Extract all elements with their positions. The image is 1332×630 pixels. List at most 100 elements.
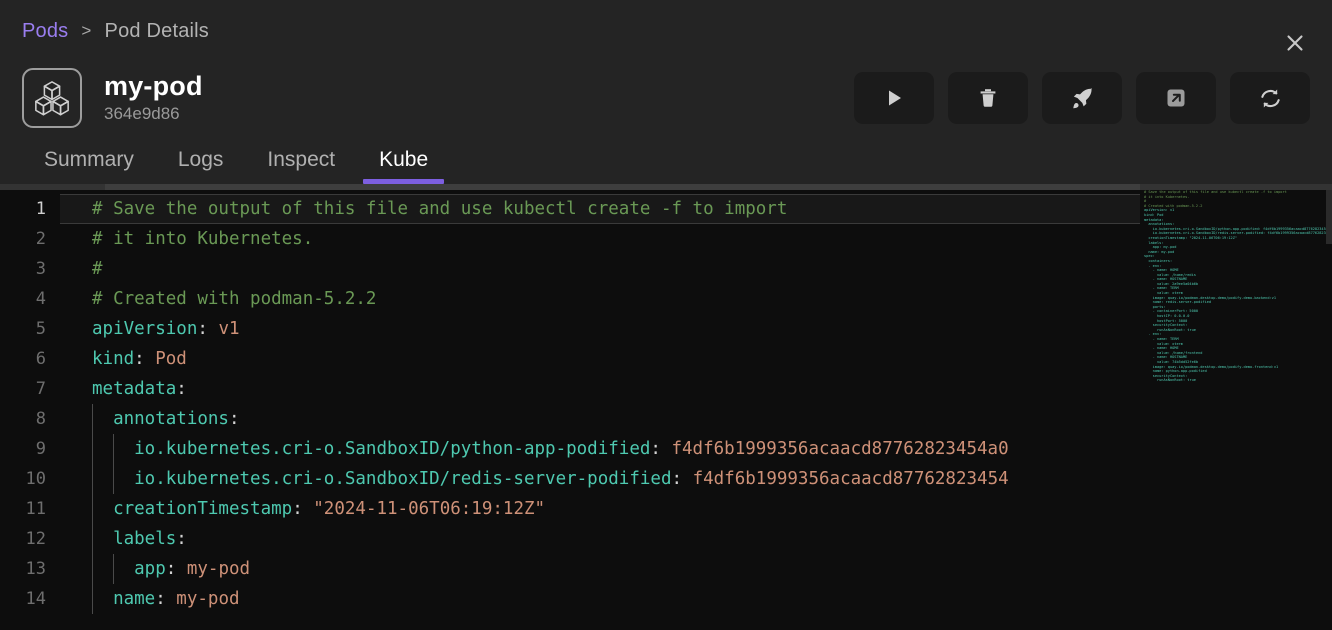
code-line[interactable]: apiVersion: v1 xyxy=(60,314,1140,344)
minimap[interactable]: # Save the output of this file and use k… xyxy=(1140,190,1332,630)
tab-inspect[interactable]: Inspect xyxy=(245,148,357,184)
external-link-icon xyxy=(1164,86,1188,110)
code-line[interactable]: io.kubernetes.cri-o.SandboxID/redis-serv… xyxy=(60,464,1140,494)
pod-title-block: my-pod 364e9d86 xyxy=(104,71,203,124)
line-number: 13 xyxy=(0,554,60,584)
token-punct: : xyxy=(292,499,313,519)
indent-guide xyxy=(113,434,114,494)
code-line[interactable]: # Created with podman-5.2.2 xyxy=(60,284,1140,314)
token-key: labels xyxy=(92,529,176,549)
token-comment: # xyxy=(92,259,103,279)
code-line[interactable]: metadata: xyxy=(60,374,1140,404)
open-external-button[interactable] xyxy=(1136,72,1216,124)
indent-guide xyxy=(113,554,114,584)
line-number: 7 xyxy=(0,374,60,404)
play-icon xyxy=(882,86,906,110)
close-icon[interactable] xyxy=(1278,26,1312,60)
tab-kube[interactable]: Kube xyxy=(357,148,450,184)
token-key: metadata xyxy=(92,379,176,399)
minimap-scrollbar-thumb[interactable] xyxy=(1326,190,1332,244)
token-punct: : xyxy=(166,559,187,579)
code-line[interactable]: io.kubernetes.cri-o.SandboxID/python-app… xyxy=(60,434,1140,464)
delete-button[interactable] xyxy=(948,72,1028,124)
token-val: my-pod xyxy=(176,589,239,609)
tab-summary[interactable]: Summary xyxy=(22,148,156,184)
token-key: io.kubernetes.cri-o.SandboxID/python-app… xyxy=(92,439,650,459)
line-number: 4 xyxy=(0,284,60,314)
line-number: 14 xyxy=(0,584,60,614)
code-line[interactable]: creationTimestamp: "2024-11-06T06:19:12Z… xyxy=(60,494,1140,524)
token-key: name xyxy=(92,589,155,609)
token-punct: : xyxy=(155,589,176,609)
token-comment: # Save the output of this file and use k… xyxy=(92,199,787,219)
code-line[interactable]: annotations: xyxy=(60,404,1140,434)
breadcrumb-separator: > xyxy=(81,21,91,41)
token-punct: : xyxy=(650,439,671,459)
token-key: apiVersion xyxy=(92,319,197,339)
tab-bar: Summary Logs Inspect Kube xyxy=(0,134,1332,184)
tab-label: Kube xyxy=(379,148,428,171)
code-line[interactable]: kind: Pod xyxy=(60,344,1140,374)
code-line[interactable]: # xyxy=(60,254,1140,284)
token-key: kind xyxy=(92,349,134,369)
token-val: f4df6b1999356acaacd87762823454a0 xyxy=(671,439,1008,459)
deploy-button[interactable] xyxy=(1042,72,1122,124)
tab-logs[interactable]: Logs xyxy=(156,148,246,184)
code-line[interactable]: name: my-pod xyxy=(60,584,1140,614)
code-line[interactable]: # Save the output of this file and use k… xyxy=(60,194,1140,224)
pod-cubes-icon xyxy=(22,68,82,128)
breadcrumb-current: Pod Details xyxy=(105,20,209,43)
token-comment: # Created with podman-5.2.2 xyxy=(92,289,376,309)
line-number: 12 xyxy=(0,524,60,554)
minimap-line: runAsNonRoot: true xyxy=(1140,378,1332,383)
refresh-button[interactable] xyxy=(1230,72,1310,124)
pod-details-window: Pods > Pod Details xyxy=(0,0,1332,630)
line-number: 2 xyxy=(0,224,60,254)
token-key: io.kubernetes.cri-o.SandboxID/redis-serv… xyxy=(92,469,671,489)
code-line[interactable]: # it into Kubernetes. xyxy=(60,224,1140,254)
pod-id: 364e9d86 xyxy=(104,103,203,125)
tab-label: Inspect xyxy=(267,148,335,171)
token-key: creationTimestamp xyxy=(92,499,292,519)
token-key: annotations xyxy=(92,409,229,429)
line-number: 5 xyxy=(0,314,60,344)
line-number: 3 xyxy=(0,254,60,284)
line-number: 6 xyxy=(0,344,60,374)
kube-yaml-editor: 1234567891011121314 # Save the output of… xyxy=(0,184,1332,630)
line-number: 10 xyxy=(0,464,60,494)
token-punct: : xyxy=(134,349,155,369)
code-line[interactable]: app: my-pod xyxy=(60,554,1140,584)
token-punct: : xyxy=(671,469,692,489)
token-punct: : xyxy=(197,319,218,339)
token-punct: : xyxy=(176,379,187,399)
indent-guide xyxy=(92,404,93,614)
token-punct: : xyxy=(176,529,187,549)
line-number: 8 xyxy=(0,404,60,434)
line-number: 1 xyxy=(0,194,60,224)
start-button[interactable] xyxy=(854,72,934,124)
page-title: my-pod xyxy=(104,71,203,101)
action-toolbar xyxy=(854,72,1310,124)
token-val: v1 xyxy=(218,319,239,339)
refresh-icon xyxy=(1258,86,1283,111)
breadcrumb: Pods > Pod Details xyxy=(0,0,1332,62)
line-number: 11 xyxy=(0,494,60,524)
code-line[interactable]: labels: xyxy=(60,524,1140,554)
rocket-icon xyxy=(1070,86,1095,111)
token-val: Pod xyxy=(155,349,187,369)
token-comment: # it into Kubernetes. xyxy=(92,229,313,249)
tab-label: Logs xyxy=(178,148,224,171)
tab-label: Summary xyxy=(44,148,134,171)
breadcrumb-pods-link[interactable]: Pods xyxy=(22,20,68,43)
token-val: f4df6b1999356acaacd87762823454 xyxy=(693,469,1009,489)
minimap-scrollbar[interactable] xyxy=(1326,190,1332,630)
token-val: "2024-11-06T06:19:12Z" xyxy=(313,499,545,519)
token-key: app xyxy=(92,559,166,579)
trash-icon xyxy=(976,86,1000,110)
token-val: my-pod xyxy=(187,559,250,579)
line-number-gutter: 1234567891011121314 xyxy=(0,190,60,630)
code-lines[interactable]: # Save the output of this file and use k… xyxy=(60,190,1140,630)
pod-header: my-pod 364e9d86 xyxy=(0,62,1332,134)
code-area: 1234567891011121314 # Save the output of… xyxy=(0,190,1140,630)
token-punct: : xyxy=(229,409,240,429)
